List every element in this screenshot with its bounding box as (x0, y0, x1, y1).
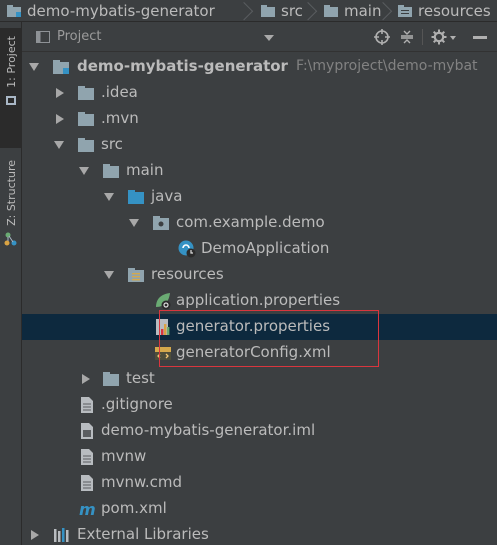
gear-icon[interactable] (431, 29, 447, 45)
package-icon (153, 216, 169, 230)
tree-node-mvnw-cmd[interactable]: mvnw.cmd (22, 470, 497, 496)
breadcrumb: demo-mybatis-generator src main resource… (0, 0, 497, 22)
expand-arrow-icon[interactable] (129, 219, 139, 227)
folder-icon (78, 86, 94, 100)
panel-title: Project (57, 29, 102, 44)
tree-node-java[interactable]: java (22, 184, 497, 210)
folder-icon (78, 112, 94, 126)
folder-icon (103, 164, 119, 178)
tab-project-label: 1: Project (4, 36, 18, 88)
expand-arrow-icon[interactable] (104, 193, 114, 201)
breadcrumb-separator (383, 0, 393, 21)
source-folder-icon (128, 190, 144, 204)
collapse-arrow-icon[interactable] (56, 88, 64, 98)
tree-node-resources[interactable]: resources (22, 262, 497, 288)
breadcrumb-label: demo-mybatis-generator (27, 2, 215, 20)
tree-node-mvn[interactable]: .mvn (22, 106, 497, 132)
locate-icon[interactable] (374, 29, 390, 45)
tree-label-main: main (126, 161, 164, 179)
tree-label-gitignore: .gitignore (101, 395, 173, 413)
project-tree: demo-mybatis-generator F:\myproject\demo… (22, 52, 497, 545)
tree-label-root: demo-mybatis-generator (77, 57, 288, 75)
tree-label-iml: demo-mybatis-generator.iml (101, 421, 316, 439)
resources-folder-icon (128, 268, 144, 282)
spring-leaf-icon (156, 293, 171, 310)
tree-node-main[interactable]: main (22, 158, 497, 184)
breadcrumb-separator (308, 0, 318, 21)
toolbar-divider (422, 29, 423, 45)
tree-node-mvnw[interactable]: mvnw (22, 444, 497, 470)
breadcrumb-separator (244, 0, 254, 21)
maven-icon: m (79, 500, 96, 518)
collapse-arrow-icon[interactable] (31, 530, 39, 540)
tree-node-root[interactable]: demo-mybatis-generator F:\myproject\demo… (22, 54, 497, 80)
tree-label-external-libraries: External Libraries (77, 525, 209, 543)
project-panel-header: Project (22, 22, 497, 52)
tree-node-src[interactable]: src (22, 132, 497, 158)
folder-icon (78, 138, 94, 152)
tree-label-package: com.example.demo (176, 213, 325, 231)
module-folder-icon (7, 5, 21, 17)
collapse-arrow-icon[interactable] (56, 114, 64, 124)
tree-label-src: src (101, 135, 123, 153)
collapse-arrow-icon[interactable] (82, 374, 90, 384)
tab-structure-label: Z: Structure (4, 160, 18, 226)
tree-label-mvn: .mvn (101, 109, 139, 127)
spring-boot-class-icon (178, 240, 196, 258)
tree-node-gitignore[interactable]: .gitignore (22, 392, 497, 418)
expand-arrow-icon[interactable] (79, 167, 89, 175)
expand-arrow-icon[interactable] (29, 63, 39, 71)
tree-label-application-properties: application.properties (176, 291, 341, 309)
text-file-icon (81, 475, 93, 491)
project-view-icon (36, 31, 50, 43)
breadcrumb-label: resources (418, 2, 491, 20)
tree-node-package[interactable]: com.example.demo (22, 210, 497, 236)
tool-window-strip: 1: Project Z: Structure (0, 22, 22, 545)
tab-structure[interactable]: Z: Structure (0, 154, 22, 246)
libraries-icon (54, 528, 69, 542)
tree-label-mvnw-cmd: mvnw.cmd (101, 473, 183, 491)
breadcrumb-item-resources[interactable]: resources (397, 0, 491, 21)
expand-arrow-icon[interactable] (104, 271, 114, 279)
highlight-box (159, 310, 379, 367)
tab-project[interactable]: 1: Project (0, 28, 22, 148)
tree-node-iml[interactable]: demo-mybatis-generator.iml (22, 418, 497, 444)
tree-label-mvnw: mvnw (101, 447, 147, 465)
gear-dropdown-icon[interactable] (450, 36, 456, 40)
collapse-all-icon[interactable] (399, 29, 415, 45)
tree-label-test: test (126, 369, 155, 387)
resources-folder-icon (398, 5, 412, 17)
tree-label-demo-application: DemoApplication (201, 239, 330, 257)
tree-label-idea: .idea (101, 83, 138, 101)
tree-label-pom: pom.xml (101, 499, 167, 517)
tree-node-idea[interactable]: .idea (22, 80, 497, 106)
svg-text:m: m (79, 500, 96, 518)
breadcrumb-item-project[interactable]: demo-mybatis-generator (6, 0, 215, 21)
folder-icon (324, 5, 338, 17)
hide-icon[interactable] (473, 36, 487, 40)
text-file-icon (81, 449, 93, 465)
tree-node-demo-application[interactable]: DemoApplication (22, 236, 497, 262)
project-icon (6, 95, 16, 105)
module-folder-icon (53, 60, 69, 74)
breadcrumb-item-src[interactable]: src (260, 0, 303, 21)
module-file-icon (81, 423, 93, 439)
tree-label-java: java (151, 187, 183, 205)
text-file-icon (81, 397, 93, 413)
chevron-down-icon[interactable] (264, 35, 274, 41)
tree-node-pom[interactable]: m pom.xml (22, 496, 497, 522)
tree-node-test[interactable]: test (22, 366, 497, 392)
expand-arrow-icon[interactable] (54, 141, 64, 149)
structure-icon (4, 232, 17, 246)
tree-root-path: F:\myproject\demo-mybat (296, 58, 478, 74)
folder-icon (103, 372, 119, 386)
tree-label-resources: resources (151, 265, 224, 283)
folder-icon (261, 5, 275, 17)
tree-node-external-libraries[interactable]: External Libraries (22, 522, 497, 545)
